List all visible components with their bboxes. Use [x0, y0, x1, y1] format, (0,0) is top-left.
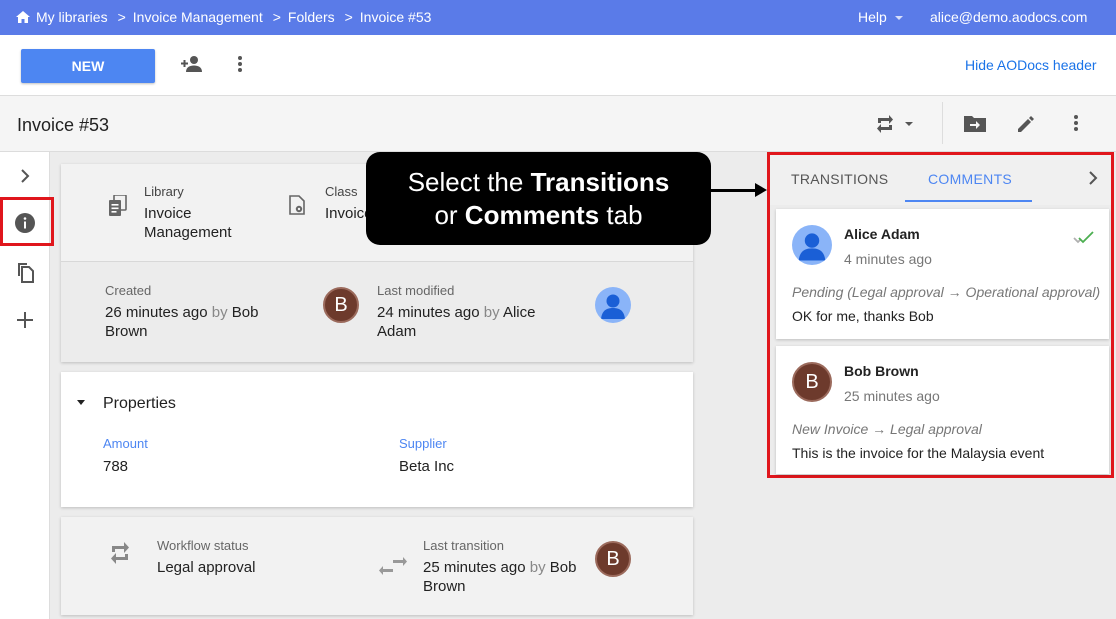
side-panel: TRANSITIONS COMMENTS Alice Adam 4 minute… — [767, 152, 1114, 478]
avatar: B — [595, 541, 631, 577]
created-value: 26 minutes ago by Bob Brown — [105, 303, 295, 341]
breadcrumb-separator: > — [344, 9, 353, 25]
last-transition-value: 25 minutes ago by Bob Brown — [423, 558, 593, 596]
person-icon — [601, 294, 625, 319]
divider — [942, 102, 943, 144]
amount-label: Amount — [103, 436, 148, 451]
workflow-status-label: Workflow status — [157, 538, 249, 553]
callout-line-1: Select the Transitions — [366, 166, 711, 199]
panel-tabs: TRANSITIONS COMMENTS — [770, 155, 1111, 205]
new-button[interactable]: NEW — [21, 49, 155, 83]
last-modified-value: 24 minutes ago by Alice Adam — [377, 303, 577, 341]
comment-text: This is the invoice for the Malaysia eve… — [792, 445, 1045, 461]
edit-pencil-icon[interactable] — [1016, 114, 1036, 134]
comment-card: Alice Adam 4 minutes ago Pending (Legal … — [776, 209, 1109, 339]
tab-transitions[interactable]: TRANSITIONS — [791, 171, 888, 187]
supplier-value: Beta Inc — [399, 458, 455, 475]
properties-title[interactable]: Properties — [103, 395, 176, 413]
callout-arrow-head — [755, 183, 767, 197]
comment-transition: New Invoice → Legal approval — [792, 421, 982, 437]
expand-panel-button[interactable] — [0, 156, 50, 196]
breadcrumb-invoice-management[interactable]: Invoice Management — [133, 9, 263, 25]
supplier-label: Supplier — [399, 436, 447, 451]
library-icon — [109, 195, 127, 216]
class-icon — [289, 195, 305, 215]
workflow-card: Workflow status Legal approval Last tran… — [61, 517, 693, 615]
plus-icon — [17, 312, 33, 328]
class-label: Class — [325, 184, 358, 199]
avatar-initial: B — [805, 370, 819, 393]
done-all-icon — [1073, 231, 1094, 244]
tab-comments[interactable]: COMMENTS — [928, 171, 1012, 187]
breadcrumb-invoice-53[interactable]: Invoice #53 — [360, 9, 432, 25]
callout-arrow — [711, 189, 759, 192]
created-time: 26 minutes ago — [105, 304, 208, 321]
created-label: Created — [105, 283, 152, 298]
callout-text: or — [434, 200, 465, 230]
library-value: Invoice Management — [144, 205, 232, 241]
comment-transition: Pending (Legal approval → Operational ap… — [792, 284, 1101, 300]
properties-card: Properties Amount 788 Supplier Beta Inc — [61, 372, 693, 507]
callout-emphasis: Comments — [464, 200, 600, 230]
avatar — [792, 225, 832, 265]
more-vert-icon[interactable] — [237, 55, 243, 73]
document-title: Invoice #53 — [17, 115, 110, 135]
tutorial-callout: Select the Transitions or Comments tab — [366, 152, 711, 245]
breadcrumb-folders[interactable]: Folders — [288, 9, 335, 25]
home-icon[interactable] — [16, 11, 30, 23]
breadcrumb-separator: > — [272, 9, 281, 25]
move-to-folder-icon[interactable] — [964, 114, 986, 132]
last-transition-icon — [379, 557, 407, 575]
info-button-highlight — [0, 197, 54, 246]
chevron-down-icon — [894, 16, 903, 21]
person-icon — [798, 233, 826, 261]
action-bar: NEW Hide AODocs header — [0, 35, 1116, 96]
comment-time: 4 minutes ago — [844, 251, 932, 267]
help-label: Help — [858, 9, 887, 25]
modified-time: 24 minutes ago — [377, 304, 480, 321]
versions-panel-button[interactable] — [0, 252, 50, 292]
active-tab-indicator — [905, 200, 1032, 202]
avatar: B — [323, 287, 359, 323]
last-transition-label: Last transition — [423, 538, 504, 553]
breadcrumb: My libraries > Invoice Management > Fold… — [16, 9, 431, 25]
workflow-status-value: Legal approval — [157, 559, 256, 576]
created-by-word: by — [211, 304, 228, 321]
library-label: Library — [144, 184, 184, 199]
comment-author: Alice Adam — [844, 226, 920, 242]
help-menu[interactable]: Help — [858, 9, 903, 25]
avatar-initial: B — [334, 293, 348, 316]
add-panel-button[interactable] — [0, 300, 50, 340]
top-navigation-bar: My libraries > Invoice Management > Fold… — [0, 0, 1116, 35]
hide-aodocs-header-link[interactable]: Hide AODocs header — [965, 57, 1097, 73]
last-transition-by-word: by — [529, 559, 546, 576]
add-person-icon[interactable] — [180, 55, 204, 73]
amount-value: 788 — [103, 458, 129, 475]
callout-text: tab — [599, 200, 643, 230]
comment-author: Bob Brown — [844, 363, 919, 379]
last-modified-label: Last modified — [377, 283, 455, 298]
workflow-status-icon — [111, 542, 129, 564]
more-vert-icon[interactable] — [1073, 114, 1079, 132]
comment-card: B Bob Brown 25 minutes ago New Invoice →… — [776, 346, 1109, 474]
callout-emphasis: Transitions — [530, 167, 670, 197]
avatar: B — [792, 362, 832, 402]
properties-collapse-toggle[interactable] — [77, 400, 85, 405]
workflow-transition-icon[interactable] — [875, 114, 917, 134]
user-account[interactable]: alice@demo.aodocs.com — [930, 9, 1087, 25]
last-transition-time: 25 minutes ago — [423, 559, 526, 576]
copy-icon — [18, 263, 34, 283]
avatar — [595, 287, 631, 323]
breadcrumb-my-libraries[interactable]: My libraries — [36, 9, 108, 25]
callout-text: Select the — [407, 167, 531, 197]
document-header: Invoice #53 — [0, 96, 1116, 152]
breadcrumb-separator: > — [117, 9, 126, 25]
chevron-right-icon — [21, 169, 30, 183]
avatar-initial: B — [606, 547, 620, 570]
comment-text: OK for me, thanks Bob — [792, 308, 934, 324]
callout-line-2: or Comments tab — [366, 199, 711, 232]
modified-by-word: by — [483, 304, 500, 321]
chevron-right-icon[interactable] — [1088, 171, 1098, 185]
comment-time: 25 minutes ago — [844, 388, 940, 404]
